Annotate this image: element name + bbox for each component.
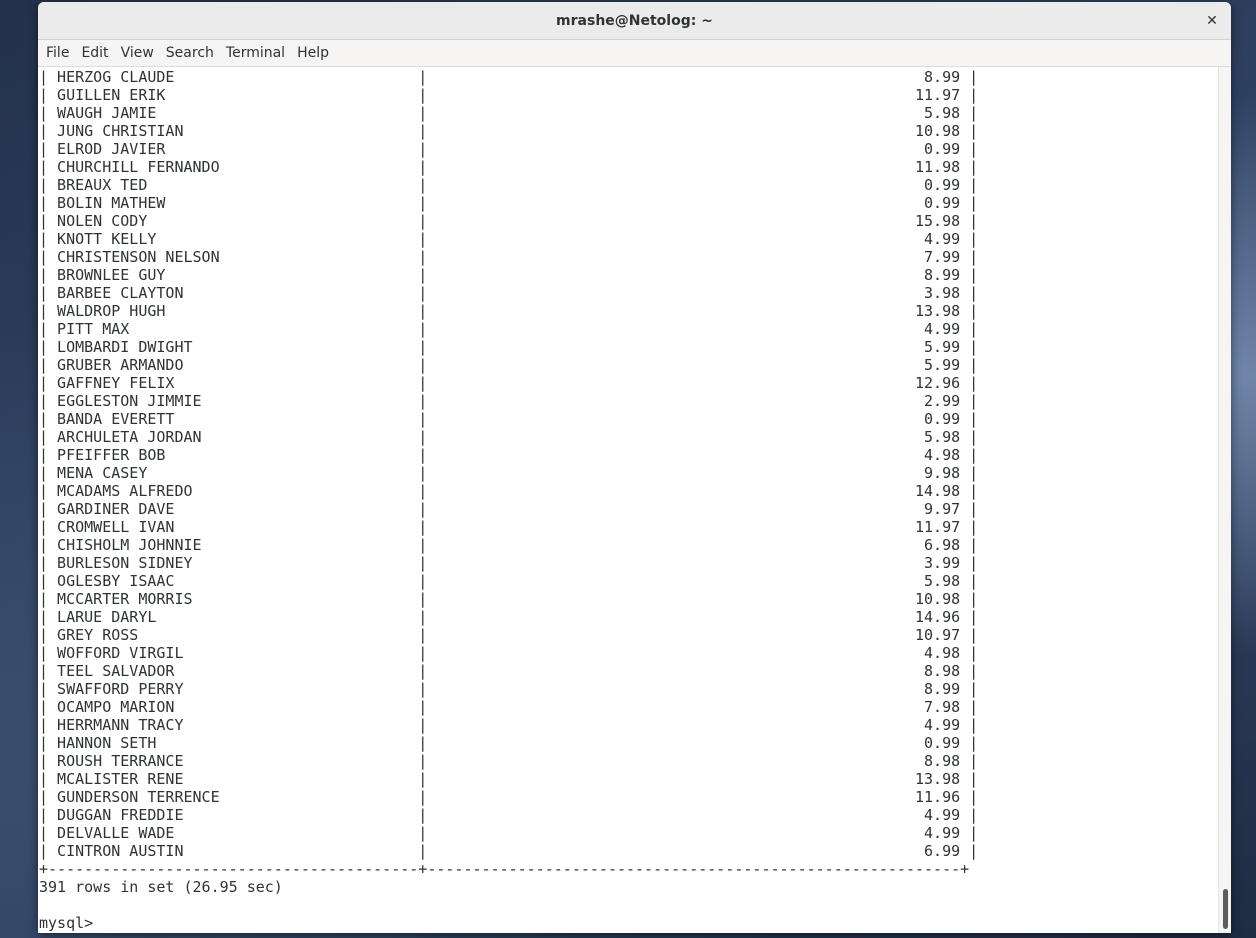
terminal-window: mrashe@Netolog: ~ ✕ File Edit View Searc… xyxy=(38,2,1231,933)
table-row: | JUNG CHRISTIAN | 10.98 | xyxy=(39,122,979,140)
table-row: | PITT MAX | 4.99 | xyxy=(39,320,979,338)
table-row: | CHISHOLM JOHNNIE | 6.98 | xyxy=(39,536,979,554)
table-row: | PFEIFFER BOB | 4.98 | xyxy=(39,446,979,464)
table-row: | DELVALLE WADE | 4.99 | xyxy=(39,824,979,842)
table-row: | GRUBER ARMANDO | 5.99 | xyxy=(39,356,979,374)
table-row: | HERRMANN TRACY | 4.99 | xyxy=(39,716,979,734)
table-row: | LARUE DARYL | 14.96 | xyxy=(39,608,979,626)
table-row: | HANNON SETH | 0.99 | xyxy=(39,734,979,752)
scrollbar-thumb[interactable] xyxy=(1223,889,1228,929)
table-row: | KNOTT KELLY | 4.99 | xyxy=(39,230,979,248)
table-row: | NOLEN CODY | 15.98 | xyxy=(39,212,979,230)
table-row: | GARDINER DAVE | 9.97 | xyxy=(39,500,979,518)
window-title: mrashe@Netolog: ~ xyxy=(556,12,713,29)
table-row: | TEEL SALVADOR | 8.98 | xyxy=(39,662,979,680)
table-row: | ARCHULETA JORDAN | 5.98 | xyxy=(39,428,979,446)
table-row: | MCALISTER RENE | 13.98 | xyxy=(39,770,979,788)
table-row: | BURLESON SIDNEY | 3.99 | xyxy=(39,554,979,572)
table-row: | CHRISTENSON NELSON | 7.99 | xyxy=(39,248,979,266)
table-row: | CINTRON AUSTIN | 6.99 | xyxy=(39,842,979,860)
table-row: | WAUGH JAMIE | 5.98 | xyxy=(39,104,979,122)
table-row: | EGGLESTON JIMMIE | 2.99 | xyxy=(39,392,979,410)
menu-edit[interactable]: Edit xyxy=(75,45,114,61)
mysql-prompt: mysql> xyxy=(39,914,103,932)
table-border: +---------------------------------------… xyxy=(39,860,970,878)
menu-help[interactable]: Help xyxy=(291,45,335,61)
table-row: | MCCARTER MORRIS | 10.98 | xyxy=(39,590,979,608)
table-row: | SWAFFORD PERRY | 8.99 | xyxy=(39,680,979,698)
terminal-output[interactable]: | HERZOG CLAUDE | 8.99 | | GUILLEN ERIK | xyxy=(38,67,1219,933)
table-row: | ELROD JAVIER | 0.99 | xyxy=(39,140,979,158)
table-row: | CHURCHILL FERNANDO | 11.98 | xyxy=(39,158,979,176)
scrollbar[interactable] xyxy=(1218,67,1231,933)
menu-terminal[interactable]: Terminal xyxy=(220,45,291,61)
table-row: | DUGGAN FREDDIE | 4.99 | xyxy=(39,806,979,824)
menu-bar: File Edit View Search Terminal Help xyxy=(38,40,1231,67)
table-row: | CROMWELL IVAN | 11.97 | xyxy=(39,518,979,536)
table-row: | MCADAMS ALFREDO | 14.98 | xyxy=(39,482,979,500)
menu-search[interactable]: Search xyxy=(160,45,220,61)
table-row: | WALDROP HUGH | 13.98 | xyxy=(39,302,979,320)
table-row: | LOMBARDI DWIGHT | 5.99 | xyxy=(39,338,979,356)
table-row: | BROWNLEE GUY | 8.99 | xyxy=(39,266,979,284)
table-row: | GUNDERSON TERRENCE | 11.96 | xyxy=(39,788,979,806)
table-row: | BREAUX TED | 0.99 | xyxy=(39,176,979,194)
table-row: | WOFFORD VIRGIL | 4.98 | xyxy=(39,644,979,662)
title-bar[interactable]: mrashe@Netolog: ~ ✕ xyxy=(38,2,1231,40)
menu-view[interactable]: View xyxy=(115,45,160,61)
table-row: | ROUSH TERRANCE | 8.98 | xyxy=(39,752,979,770)
status-line: 391 rows in set (26.95 sec) xyxy=(39,878,283,896)
table-row: | BANDA EVERETT | 0.99 | xyxy=(39,410,979,428)
table-row: | OGLESBY ISAAC | 5.98 | xyxy=(39,572,979,590)
terminal-text: | HERZOG CLAUDE | 8.99 | | GUILLEN ERIK | xyxy=(39,68,978,932)
table-row: | BARBEE CLAYTON | 3.98 | xyxy=(39,284,979,302)
close-icon[interactable]: ✕ xyxy=(1201,10,1223,32)
table-row: | OCAMPO MARION | 7.98 | xyxy=(39,698,979,716)
table-row: | GAFFNEY FELIX | 12.96 | xyxy=(39,374,979,392)
table-row: | GREY ROSS | 10.97 | xyxy=(39,626,979,644)
table-row: | MENA CASEY | 9.98 | xyxy=(39,464,979,482)
table-row: | GUILLEN ERIK | 11.97 | xyxy=(39,86,979,104)
table-row: | HERZOG CLAUDE | 8.99 | xyxy=(39,68,979,86)
table-row: | BOLIN MATHEW | 0.99 | xyxy=(39,194,979,212)
menu-file[interactable]: File xyxy=(40,45,75,61)
